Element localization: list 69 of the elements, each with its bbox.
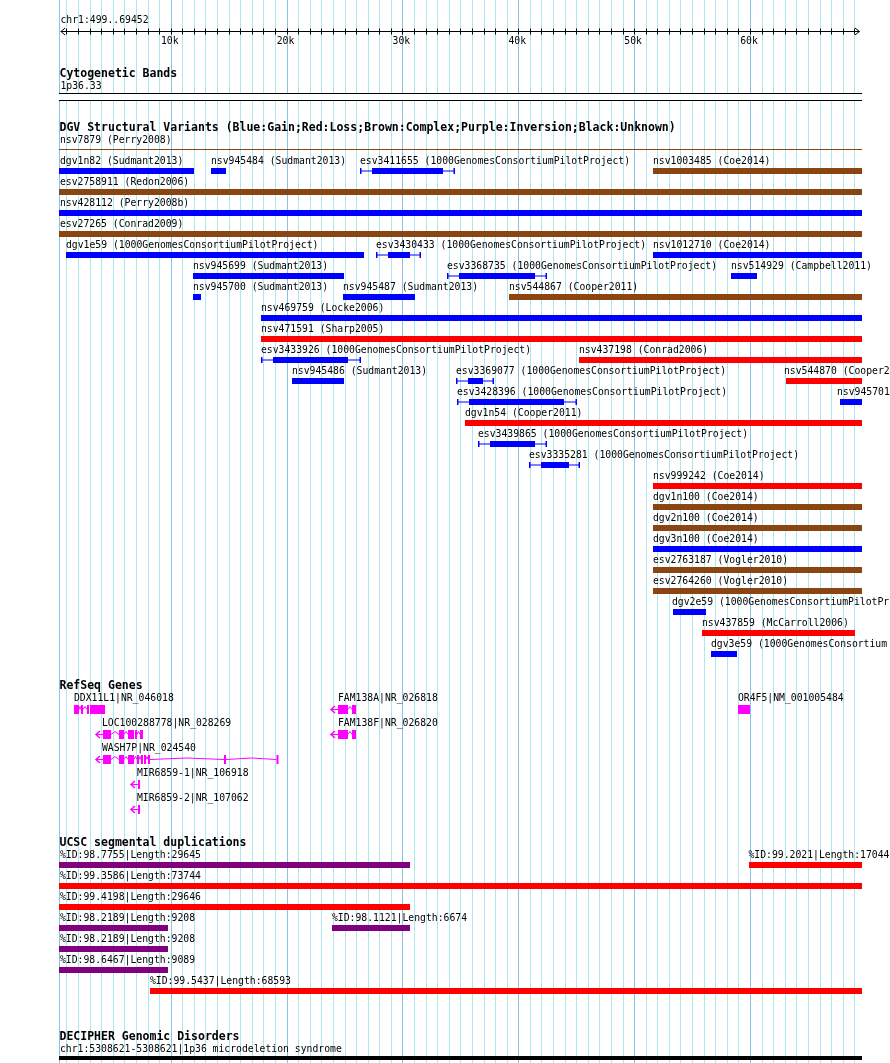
feature-label: nsv437198 (Conrad2006) <box>579 343 709 356</box>
feature-label: esv2763187 (Vogler2010) <box>653 553 788 566</box>
track-title: UCSC segmental duplications <box>59 835 247 849</box>
feature-label: nsv7879 (Perry2008) <box>60 133 172 146</box>
feature-label: dgv3e59 (1000GenomesConsortium <box>711 637 888 650</box>
tick-label: 50k <box>624 35 642 46</box>
feature-label: dgv1e59 (1000GenomesConsortiumPilotProject) <box>66 238 319 251</box>
feature-label: %ID:98.2189|Length:9208 <box>60 911 195 924</box>
gene-label: WASH7P|NR_024540 <box>102 741 196 754</box>
feature-label: nsv999242 (Coe2014) <box>653 469 765 482</box>
feature-label: %ID:98.2189|Length:9208 <box>60 932 195 945</box>
feature-label: nsv945699 (Sudmant2013) <box>193 259 328 272</box>
feature-label: nsv1012710 (Coe2014) <box>653 238 771 251</box>
feature-label: %ID:99.4198|Length:29646 <box>60 890 201 903</box>
band-label: 1p36.33 <box>60 79 102 92</box>
feature-label: esv3335281 (1000GenomesConsortiumPilotProject) <box>529 448 800 461</box>
feature-label: nsv437859 (McCarroll2006) <box>702 616 849 629</box>
tick-label: 20k <box>276 35 295 46</box>
gene-label: LOC100288778|NR_028269 <box>102 716 232 729</box>
feature-label: nsv544870 (Cooper2 <box>784 364 890 377</box>
feature-label: esv3369077 (1000GenomesConsortiumPilotProject) <box>456 364 727 377</box>
feature-label: esv3368735 (1000GenomesConsortiumPilotProject) <box>447 259 718 272</box>
gene-label: FAM138A|NR_026818 <box>338 691 438 704</box>
tick-label: 40k <box>508 35 527 46</box>
feature-label: esv27265 (Conrad2009) <box>60 217 184 230</box>
feature-label: %ID:99.3586|Length:73744 <box>60 869 201 882</box>
feature-label: dgv2e59 (1000GenomesConsortiumPilotPr <box>672 595 890 608</box>
location-label: chr1:499..69452 <box>60 14 149 26</box>
gene-label: DDX11L1|NR_046018 <box>74 691 174 704</box>
feature-label: nsv514929 (Campbell2011) <box>731 259 872 272</box>
feature-label: %ID:99.2021|Length:17044 <box>748 848 890 861</box>
feature-label: %ID:99.5437|Length:68593 <box>150 974 291 987</box>
gene-label: MIR6859-1|NR_106918 <box>137 766 249 779</box>
feature-label: nsv544867 (Cooper2011) <box>509 280 639 293</box>
feature-label: %ID:98.7755|Length:29645 <box>60 848 201 861</box>
feature-label: esv3411655 (1000GenomesConsortiumPilotProject) <box>360 154 631 167</box>
track-title: DECIPHER Genomic Disorders <box>59 1029 240 1043</box>
feature-label: %ID:98.6467|Length:9089 <box>60 953 195 966</box>
feature-label: nsv469759 (Locke2006) <box>261 301 385 314</box>
track-title: DGV Structural Variants (Blue:Gain;Red:Loss;Brown:Complex;Purple:Inversion;Black:Unknown) <box>59 120 676 134</box>
feature-label: nsv428112 (Perry2008b) <box>60 196 190 209</box>
gene-label: FAM138F|NR_026820 <box>338 716 438 729</box>
feature-label: nsv945486 (Sudmant2013) <box>292 364 427 377</box>
feature-label: dgv2n100 (Coe2014) <box>653 511 759 524</box>
track-title: RefSeq Genes <box>59 678 143 692</box>
feature-label: chr1:5308621-5308621|1p36 microdeletion syndrome <box>60 1042 342 1055</box>
track-title: Cytogenetic Bands <box>59 66 178 80</box>
feature-label: nsv945701 <box>837 385 890 398</box>
feature-label: nsv945484 (Sudmant2013) <box>211 154 346 167</box>
feature-label: dgv1n100 (Coe2014) <box>653 490 759 503</box>
feature-label: esv3428396 (1000GenomesConsortiumPilotProject) <box>457 385 728 398</box>
feature-label: dgv1n82 (Sudmant2013) <box>60 154 184 167</box>
feature-label: esv2764260 (Vogler2010) <box>653 574 788 587</box>
gene-label: OR4F5|NM_001005484 <box>738 691 844 704</box>
feature-label: nsv945487 (Sudmant2013) <box>343 280 478 293</box>
tick-label: 30k <box>392 35 411 46</box>
tick-label: 10k <box>160 35 179 46</box>
feature-label: esv3439865 (1000GenomesConsortiumPilotProject) <box>478 427 749 440</box>
feature-label: nsv945700 (Sudmant2013) <box>193 280 328 293</box>
feature-label: esv3433926 (1000GenomesConsortiumPilotProject) <box>261 343 532 356</box>
feature-label: esv3430433 (1000GenomesConsortiumPilotProject) <box>376 238 647 251</box>
gene-label: MIR6859-2|NR_107062 <box>137 791 249 804</box>
tick-label: 60k <box>740 35 758 46</box>
feature-label: %ID:98.1121|Length:6674 <box>332 911 467 924</box>
feature-label: dgv1n54 (Cooper2011) <box>465 406 583 419</box>
feature-label: nsv471591 (Sharp2005) <box>261 322 385 335</box>
feature-label: dgv3n100 (Coe2014) <box>653 532 759 545</box>
feature-label: nsv1003485 (Coe2014) <box>653 154 771 167</box>
feature-label: esv2758911 (Redon2006) <box>60 175 190 188</box>
